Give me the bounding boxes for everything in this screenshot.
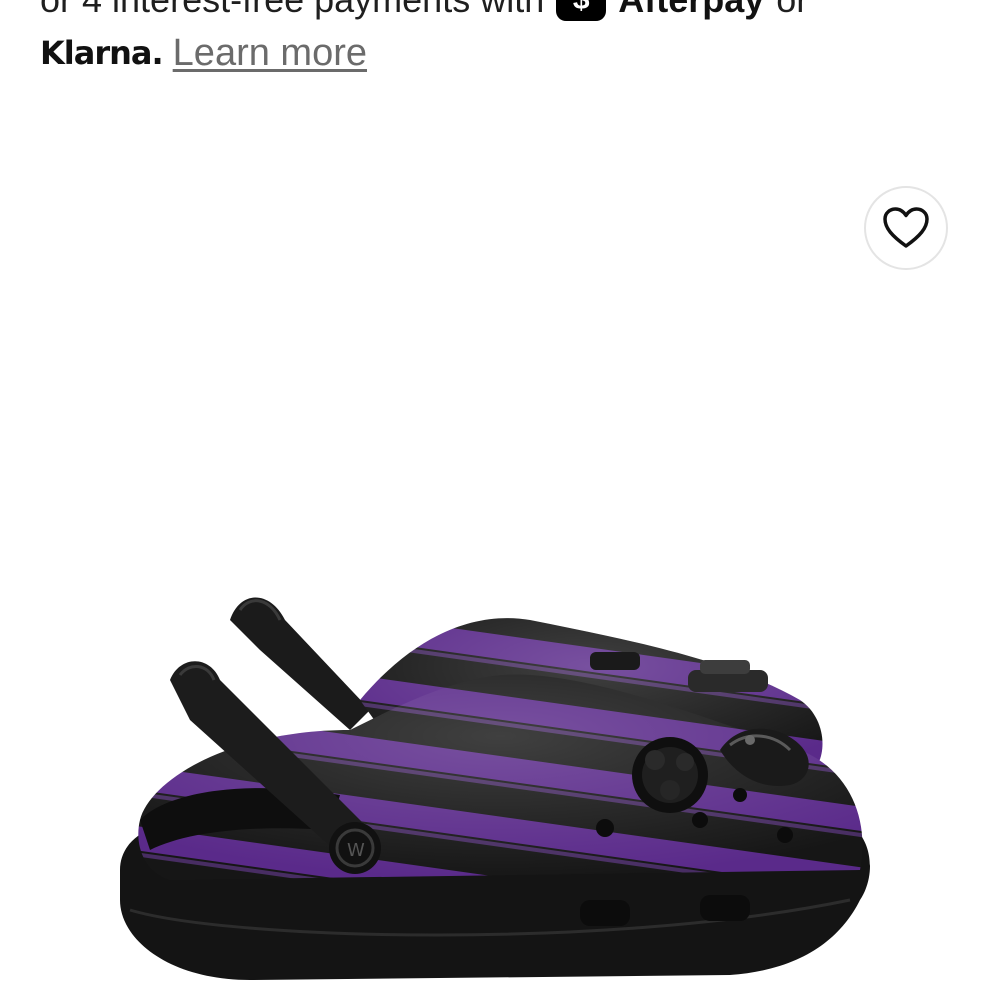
payment-info-or: or <box>776 0 808 21</box>
klarna-line: Klarna. Learn more <box>40 28 367 78</box>
learn-more-link[interactable]: Learn more <box>173 32 367 75</box>
afterpay-logo-icon: $ <box>556 0 607 21</box>
product-image[interactable]: W <box>110 580 890 1000</box>
heart-icon <box>883 207 929 248</box>
klarna-logo: Klarna. <box>40 34 164 72</box>
svg-text:W: W <box>347 840 365 861</box>
afterpay-name: Afterpay <box>618 0 764 21</box>
payment-info-text: or 4 interest-free payments with <box>40 0 544 21</box>
product-page: or 4 interest-free payments with $ After… <box>0 0 1000 1000</box>
favorite-button[interactable] <box>864 186 948 270</box>
flower-charm <box>632 737 708 813</box>
payment-info-line: or 4 interest-free payments with $ After… <box>40 0 808 21</box>
